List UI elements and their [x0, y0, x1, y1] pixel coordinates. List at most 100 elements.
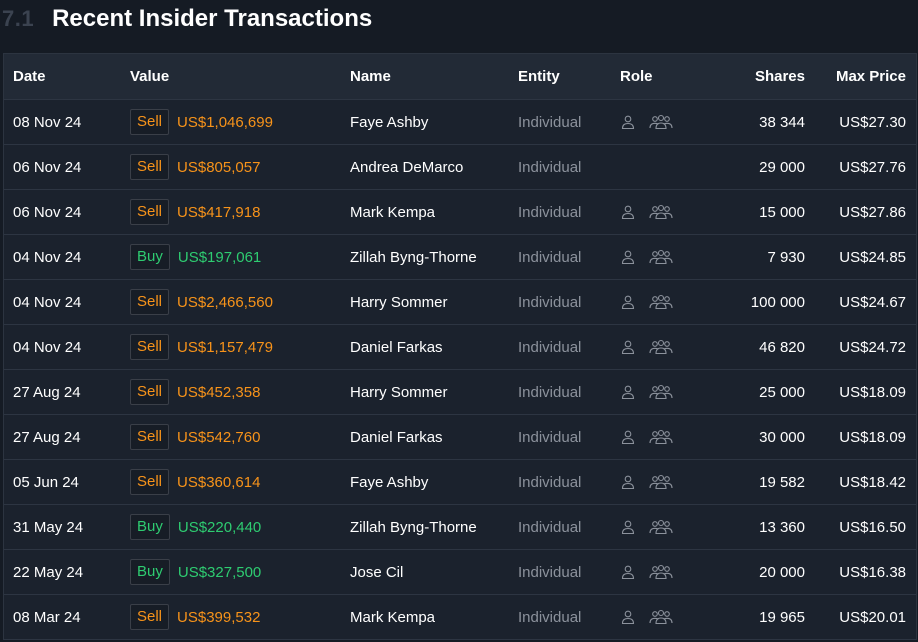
max-price: US$24.67 — [839, 293, 906, 311]
transaction-value: Sell US$399,532 — [130, 604, 260, 630]
insider-role — [620, 609, 686, 625]
column-header-entity[interactable]: Entity — [518, 68, 560, 85]
insider-entity: Individual — [518, 563, 582, 581]
section-number: 7.1 — [2, 6, 35, 31]
transaction-value: Sell US$1,157,479 — [130, 334, 273, 360]
transaction-amount: US$399,532 — [177, 608, 261, 626]
insider-entity: Individual — [518, 203, 582, 221]
transaction-date: 04 Nov 24 — [13, 338, 82, 356]
table-row[interactable]: 06 Nov 24 Sell US$805,057 Andrea DeMarco… — [4, 145, 916, 190]
shares-count: 7 930 — [767, 248, 805, 266]
column-header-value[interactable]: Value — [130, 68, 169, 85]
transaction-date: 08 Nov 24 — [13, 113, 82, 131]
insider-role — [620, 429, 686, 445]
insider-name[interactable]: Jose Cil — [350, 564, 403, 581]
insider-entity: Individual — [518, 428, 582, 446]
insider-name[interactable]: Mark Kempa — [350, 609, 435, 626]
table-row[interactable]: 27 Aug 24 Sell US$452,358 Harry Sommer I… — [4, 370, 916, 415]
person-icon — [620, 564, 636, 580]
max-price: US$20.01 — [839, 608, 906, 626]
insider-role — [620, 384, 686, 400]
transaction-date: 06 Nov 24 — [13, 158, 82, 176]
insider-name[interactable]: Faye Ashby — [350, 114, 428, 131]
transaction-amount: US$197,061 — [177, 248, 262, 266]
table-row[interactable]: 06 Nov 24 Sell US$417,918 Mark Kempa Ind… — [4, 190, 916, 235]
transaction-value: Buy US$197,061 — [130, 244, 261, 270]
transaction-type-badge: Sell — [130, 334, 170, 360]
insider-name[interactable]: Andrea DeMarco — [350, 159, 463, 176]
insider-entity: Individual — [518, 158, 582, 176]
transaction-type-badge: Sell — [130, 604, 170, 630]
transaction-type-badge: Sell — [130, 199, 170, 225]
insider-entity: Individual — [518, 473, 582, 491]
transaction-type-badge: Sell — [130, 379, 170, 405]
person-icon — [620, 204, 636, 220]
shares-count: 29 000 — [759, 158, 805, 176]
transaction-date: 05 Jun 24 — [13, 473, 79, 491]
person-icon — [620, 114, 636, 130]
group-icon — [648, 204, 674, 220]
group-icon — [648, 564, 674, 580]
group-icon — [648, 384, 674, 400]
column-header-max-price[interactable]: Max Price — [836, 68, 906, 85]
shares-count: 25 000 — [759, 383, 805, 401]
transaction-amount: US$452,358 — [177, 383, 261, 401]
transaction-amount: US$360,614 — [177, 473, 261, 491]
insider-role — [620, 564, 686, 580]
insider-name[interactable]: Harry Sommer — [350, 384, 448, 401]
transaction-value: Sell US$417,918 — [130, 199, 260, 225]
group-icon — [648, 339, 674, 355]
shares-count: 30 000 — [759, 428, 805, 446]
person-icon — [620, 294, 636, 310]
column-header-name[interactable]: Name — [350, 68, 391, 85]
max-price: US$24.72 — [839, 338, 906, 356]
transaction-value: Buy US$220,440 — [130, 514, 261, 540]
transaction-type-badge: Sell — [130, 154, 170, 180]
transaction-amount: US$220,440 — [177, 518, 262, 536]
table-row[interactable]: 04 Nov 24 Buy US$197,061 Zillah Byng-Tho… — [4, 235, 916, 280]
table-row[interactable]: 31 May 24 Buy US$220,440 Zillah Byng-Tho… — [4, 505, 916, 550]
insider-role — [620, 474, 686, 490]
insider-role — [620, 114, 686, 130]
insider-name[interactable]: Harry Sommer — [350, 294, 448, 311]
table-header-row: Date Value Name Entity Role Shares Max P… — [4, 54, 916, 100]
column-header-role[interactable]: Role — [620, 68, 653, 85]
max-price: US$16.50 — [839, 518, 906, 536]
transaction-type-badge: Sell — [130, 289, 170, 315]
table-row[interactable]: 05 Jun 24 Sell US$360,614 Faye Ashby Ind… — [4, 460, 916, 505]
insider-role — [620, 339, 686, 355]
insider-name[interactable]: Faye Ashby — [350, 474, 428, 491]
max-price: US$27.30 — [839, 113, 906, 131]
insider-entity: Individual — [518, 113, 582, 131]
transaction-value: Sell US$452,358 — [130, 379, 260, 405]
insider-name[interactable]: Daniel Farkas — [350, 339, 443, 356]
group-icon — [648, 609, 674, 625]
group-icon — [648, 249, 674, 265]
insider-name[interactable]: Zillah Byng-Thorne — [350, 249, 477, 266]
transaction-date: 08 Mar 24 — [13, 608, 81, 626]
transaction-type-badge: Sell — [130, 109, 170, 135]
max-price: US$18.09 — [839, 428, 906, 446]
person-icon — [620, 384, 636, 400]
table-row[interactable]: 08 Nov 24 Sell US$1,046,699 Faye Ashby I… — [4, 100, 916, 145]
insider-name[interactable]: Daniel Farkas — [350, 429, 443, 446]
transaction-value: Sell US$542,760 — [130, 424, 260, 450]
transaction-amount: US$327,500 — [177, 563, 262, 581]
column-header-date[interactable]: Date — [13, 68, 46, 85]
shares-count: 38 344 — [759, 113, 805, 131]
max-price: US$24.85 — [839, 248, 906, 266]
insider-name[interactable]: Zillah Byng-Thorne — [350, 519, 477, 536]
insider-name[interactable]: Mark Kempa — [350, 204, 435, 221]
table-row[interactable]: 22 May 24 Buy US$327,500 Jose Cil Indivi… — [4, 550, 916, 595]
max-price: US$18.09 — [839, 383, 906, 401]
transaction-date: 31 May 24 — [13, 518, 84, 536]
table-row[interactable]: 04 Nov 24 Sell US$1,157,479 Daniel Farka… — [4, 325, 916, 370]
table-row[interactable]: 27 Aug 24 Sell US$542,760 Daniel Farkas … — [4, 415, 916, 460]
table-row[interactable]: 04 Nov 24 Sell US$2,466,560 Harry Sommer… — [4, 280, 916, 325]
column-header-shares[interactable]: Shares — [755, 68, 805, 85]
group-icon — [648, 474, 674, 490]
shares-count: 13 360 — [759, 518, 805, 536]
shares-count: 19 582 — [759, 473, 805, 491]
table-row[interactable]: 08 Mar 24 Sell US$399,532 Mark Kempa Ind… — [4, 595, 916, 640]
max-price: US$16.38 — [839, 563, 906, 581]
